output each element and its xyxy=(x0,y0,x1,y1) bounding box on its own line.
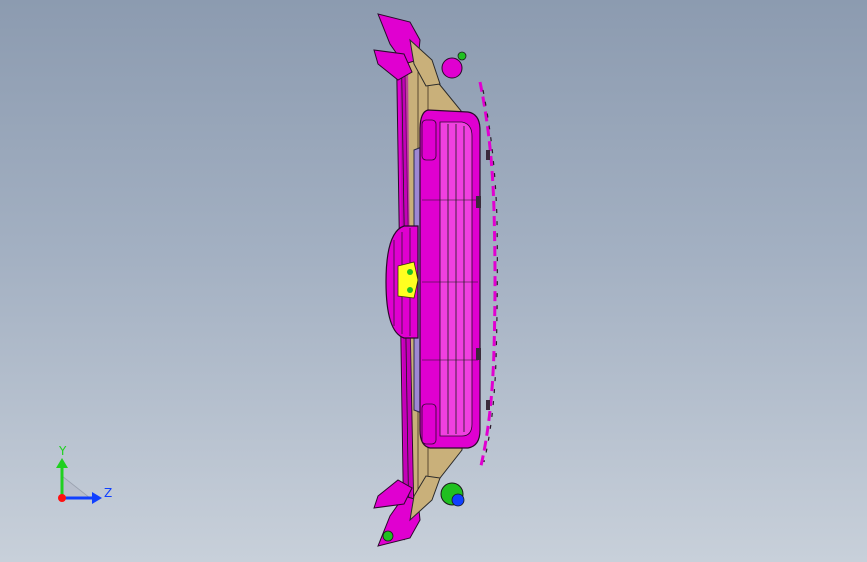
center-bulge xyxy=(385,225,419,339)
grille-contour xyxy=(478,81,497,471)
bumper-body xyxy=(419,109,481,449)
3d-graphics-viewport[interactable]: Y Z xyxy=(0,0,867,562)
cad-model[interactable] xyxy=(0,0,867,562)
top-bracket xyxy=(373,13,467,87)
